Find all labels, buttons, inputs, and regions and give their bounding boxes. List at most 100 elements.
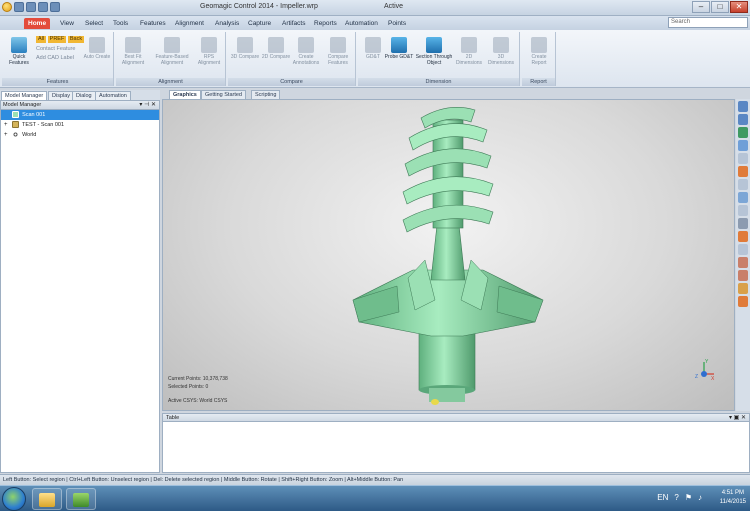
tab-view[interactable]: View bbox=[56, 18, 78, 29]
view-icon-16[interactable] bbox=[738, 296, 748, 307]
tab-dialog[interactable]: Dialog bbox=[72, 91, 96, 100]
tree-item-scan[interactable]: Scan 001 bbox=[1, 110, 159, 120]
best-fit-alignment-label: Best Fit Alignment bbox=[121, 54, 145, 66]
2d-dimensions-label: 2D Dimensions bbox=[455, 54, 483, 66]
close-button[interactable]: ✕ bbox=[730, 1, 748, 13]
auto-create-icon bbox=[89, 37, 105, 53]
view-icon-4[interactable] bbox=[738, 140, 748, 151]
add-cad-label-option[interactable]: Add CAD Label bbox=[36, 55, 74, 62]
clock[interactable]: 4:51 PM 11/4/2015 bbox=[720, 489, 746, 507]
view-icon-15[interactable] bbox=[738, 283, 748, 294]
maximize-button[interactable]: □ bbox=[711, 1, 729, 13]
view-icon-2[interactable] bbox=[738, 114, 748, 125]
help-icon[interactable]: ? bbox=[674, 493, 678, 502]
world-csys-icon bbox=[11, 131, 19, 139]
tab-select[interactable]: Select bbox=[81, 18, 107, 29]
expand-icon[interactable]: + bbox=[4, 130, 10, 140]
tab-model-manager[interactable]: Model Manager bbox=[1, 91, 48, 100]
tree-item-label: World bbox=[22, 132, 37, 138]
tree-item-label: Scan 001 bbox=[22, 112, 46, 118]
3d-dimensions-button[interactable]: 3D Dimensions bbox=[486, 35, 516, 75]
tab-automation[interactable]: Automation bbox=[341, 18, 382, 29]
minimize-button[interactable]: – bbox=[692, 1, 710, 13]
view-icon-1[interactable] bbox=[738, 101, 748, 112]
title-bar: Geomagic Control 2014 - Impeller.wrp Act… bbox=[0, 0, 750, 16]
tab-capture[interactable]: Capture bbox=[244, 18, 275, 29]
view-icon-9[interactable] bbox=[738, 205, 748, 216]
view-icon-3[interactable] bbox=[738, 127, 748, 138]
tab-automation-panel[interactable]: Automation bbox=[95, 91, 131, 100]
2d-compare-button[interactable]: 2D Compare bbox=[261, 35, 291, 75]
model-manager-header: Model Manager ▾ ⊣ ✕ bbox=[1, 101, 159, 110]
auto-create-button[interactable]: Auto Create bbox=[82, 35, 112, 75]
tab-tools[interactable]: Tools bbox=[109, 18, 132, 29]
create-report-button[interactable]: Create Report bbox=[524, 35, 554, 75]
taskbar-geomagic[interactable] bbox=[66, 488, 96, 510]
3d-compare-button[interactable]: 3D Compare bbox=[230, 35, 260, 75]
view-icon-11[interactable] bbox=[738, 231, 748, 242]
selected-points-readout: Selected Points: 0 bbox=[168, 384, 209, 390]
view-icon-14[interactable] bbox=[738, 270, 748, 281]
chip-pref[interactable]: PREF bbox=[47, 36, 67, 43]
view-icon-7[interactable] bbox=[738, 179, 748, 190]
window-status: Active bbox=[384, 3, 404, 10]
pin-icon[interactable]: ▾ ⊣ ✕ bbox=[139, 101, 156, 110]
table-panel[interactable] bbox=[162, 422, 750, 473]
quick-features-button[interactable]: Quick Features bbox=[4, 35, 34, 75]
current-points-readout: Current Points: 10,378,738 bbox=[168, 376, 228, 382]
3d-compare-icon bbox=[237, 37, 253, 53]
axis-triad-icon: Y X Z bbox=[695, 359, 715, 382]
axis-z-label: Z bbox=[695, 374, 698, 380]
model-manager-panel: Model Manager ▾ ⊣ ✕ Scan 001 + TEST - Sc… bbox=[0, 100, 160, 473]
view-icon-5[interactable] bbox=[738, 153, 748, 164]
feature-based-alignment-button[interactable]: Feature-Based Alignment bbox=[154, 35, 190, 75]
language-indicator[interactable]: EN bbox=[657, 493, 668, 502]
create-annotations-button[interactable]: Create Annotations bbox=[291, 35, 321, 75]
tab-display[interactable]: Display bbox=[48, 91, 75, 100]
view-icon-12[interactable] bbox=[738, 244, 748, 255]
view-icon-10[interactable] bbox=[738, 218, 748, 229]
status-bar: Left Button: Select region | Ctrl+Left B… bbox=[0, 474, 750, 485]
tab-alignment[interactable]: Alignment bbox=[171, 18, 208, 29]
taskbar-explorer[interactable] bbox=[32, 488, 62, 510]
window-title: Geomagic Control 2014 - Impeller.wrp bbox=[200, 3, 318, 10]
flag-icon[interactable]: ⚑ bbox=[685, 493, 692, 502]
save-icon[interactable] bbox=[14, 2, 24, 12]
tab-home[interactable]: Home bbox=[24, 18, 51, 29]
compare-features-button[interactable]: Compare Features bbox=[323, 35, 353, 75]
search-input[interactable]: Search bbox=[668, 17, 748, 28]
tab-getting-started[interactable]: Getting Started bbox=[201, 90, 246, 99]
tree-item-world[interactable]: + World bbox=[1, 130, 159, 140]
volume-icon[interactable]: ♪ bbox=[698, 493, 702, 502]
tab-analysis[interactable]: Analysis bbox=[211, 18, 243, 29]
2d-dimensions-button[interactable]: 2D Dimensions bbox=[454, 35, 484, 75]
app-menu-icon[interactable] bbox=[2, 2, 12, 12]
impeller-model[interactable] bbox=[163, 100, 735, 411]
tab-graphics[interactable]: Graphics bbox=[169, 90, 201, 99]
open-icon[interactable] bbox=[26, 2, 36, 12]
chip-all[interactable]: All bbox=[36, 36, 47, 43]
start-button[interactable] bbox=[2, 487, 26, 511]
tab-scripting[interactable]: Scripting bbox=[251, 90, 281, 99]
tab-points[interactable]: Points bbox=[384, 18, 410, 29]
rps-alignment-button[interactable]: RPS Alignment bbox=[194, 35, 224, 75]
system-tray: EN ? ⚑ ♪ bbox=[657, 493, 702, 502]
view-icon-13[interactable] bbox=[738, 257, 748, 268]
view-toolbar bbox=[736, 99, 750, 411]
graphics-viewport[interactable]: Current Points: 10,378,738 Selected Poin… bbox=[162, 99, 735, 411]
tab-features[interactable]: Features bbox=[136, 18, 170, 29]
expand-icon[interactable]: + bbox=[4, 120, 10, 130]
view-icon-8[interactable] bbox=[738, 192, 748, 203]
section-through-object-button[interactable]: Section Through Object bbox=[414, 35, 454, 75]
redo-icon[interactable] bbox=[50, 2, 60, 12]
view-icon-6[interactable] bbox=[738, 166, 748, 177]
table-panel-controls[interactable]: ▾ ▣ ✕ bbox=[729, 414, 746, 422]
undo-icon[interactable] bbox=[38, 2, 48, 12]
probe-gdt-button[interactable]: Probe GD&T bbox=[384, 35, 414, 75]
contact-feature-option[interactable]: Contact Feature bbox=[36, 46, 75, 53]
tab-reports[interactable]: Reports bbox=[310, 18, 341, 29]
tree-item-test[interactable]: + TEST - Scan 001 bbox=[1, 120, 159, 130]
tab-artifacts[interactable]: Artifacts bbox=[278, 18, 309, 29]
menu-bar: Home View Select Tools Features Alignmen… bbox=[0, 16, 750, 30]
best-fit-alignment-button[interactable]: Best Fit Alignment bbox=[118, 35, 148, 75]
